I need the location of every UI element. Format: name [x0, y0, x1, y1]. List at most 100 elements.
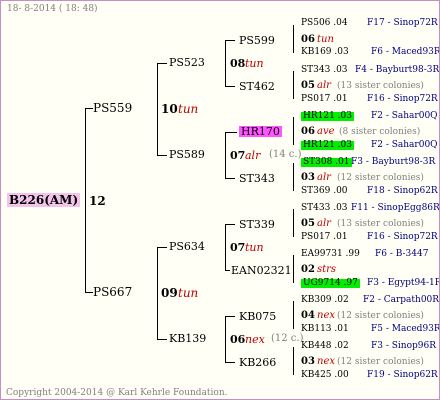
connector-line — [293, 255, 294, 283]
gen4-race: alr — [317, 80, 331, 91]
gen4-code[interactable]: KB448 .02 — [301, 342, 349, 351]
gen3-id[interactable]: ST462 — [239, 81, 275, 92]
gen4-race: alr — [317, 172, 331, 183]
connector-line — [225, 270, 230, 271]
connector-line — [157, 247, 158, 339]
connector-line — [225, 40, 226, 86]
gen3-id[interactable]: KB075 — [239, 311, 276, 322]
gen4-location: F4 - Bayburt98-3R — [355, 65, 440, 75]
gen4-race: strs — [317, 264, 337, 275]
gen2-year: 08 — [230, 57, 246, 70]
gen2-id[interactable]: PS634 — [169, 241, 205, 252]
connector-line — [157, 155, 167, 156]
gen2-year: 06 — [230, 333, 246, 346]
gen4-code[interactable]: PS506 .04 — [301, 19, 348, 28]
gen4-note: (13 sister colonies) — [337, 81, 424, 91]
gen4-code[interactable]: KB309 .02 — [301, 296, 349, 305]
gen3-id[interactable]: ST339 — [239, 219, 275, 230]
gen2-note: (12 c.) — [271, 333, 304, 344]
gen4-race: nex — [317, 310, 335, 321]
gen4-location: F2 - Sahar00Q — [371, 140, 438, 150]
gen4-code[interactable]: PS017 .01 — [301, 233, 348, 242]
gen4-race: alr — [317, 218, 331, 229]
gen4-code[interactable]: KB425 .00 — [301, 371, 349, 380]
gen2-race: tun — [245, 241, 264, 254]
gen2-id[interactable]: PS589 — [169, 149, 205, 160]
connector-line — [225, 132, 237, 133]
gen2-race: nex — [245, 333, 265, 346]
gen1-year: 10 — [161, 102, 178, 116]
gen4-code[interactable]: EA99731 .99 — [301, 250, 360, 259]
connector-line — [293, 71, 294, 99]
gen4-year: 03 — [301, 356, 315, 367]
gen4-code[interactable]: ST369 .00 — [301, 187, 348, 196]
gen4-location: F2 - Carpath00R — [363, 295, 440, 305]
gen4-code[interactable]: KB169 .03 — [301, 48, 349, 57]
gen4-location: F11 - SinopEgg86R — [351, 203, 440, 213]
gen4-location: F19 - Sinop62R — [367, 370, 438, 380]
gen2-id[interactable]: KB139 — [169, 333, 206, 344]
connector-line — [157, 339, 167, 340]
gen4-race: ave — [317, 126, 335, 137]
gen4-note: (12 sister colonies) — [337, 357, 424, 367]
gen4-location: F3 - Egypt94-1R — [367, 278, 440, 288]
connector-line — [157, 63, 167, 64]
root-year: 12 — [89, 194, 106, 208]
gen4-location: F3 - Sinop96R — [371, 341, 436, 351]
gen3-id[interactable]: HR170 — [239, 126, 282, 137]
gen4-year: 04 — [301, 310, 315, 321]
gen4-code[interactable]: ST433 .03 — [301, 204, 348, 213]
gen4-year: 06 — [301, 126, 315, 137]
connector-line — [225, 40, 235, 41]
gen4-location: F3 - Bayburt98-3R — [351, 157, 436, 167]
gen3-id[interactable]: EAN02321 — [231, 265, 292, 276]
gen4-note: (8 sister colonies) — [339, 127, 421, 137]
gen4-location: F5 - Maced93R — [371, 324, 440, 334]
gen4-location: F6 - B-3447 — [375, 249, 429, 259]
gen1-id[interactable]: PS559 — [93, 102, 132, 114]
connector-line — [225, 362, 235, 363]
gen4-code[interactable]: PS017 .01 — [301, 95, 348, 104]
gen4-note: (12 sister colonies) — [337, 311, 424, 321]
gen2-year: 07 — [230, 149, 246, 162]
connector-line — [293, 117, 294, 145]
gen4-race: nex — [317, 356, 335, 367]
gen4-code[interactable]: ST308 .01 — [301, 158, 352, 167]
gen4-location: F16 - Sinop72R — [367, 94, 438, 104]
gen4-year: 05 — [301, 80, 315, 91]
gen4-code[interactable]: HR121 .03 — [301, 112, 354, 121]
root-queen-id[interactable]: B226(AM) — [7, 193, 81, 207]
gen2-id[interactable]: PS523 — [169, 57, 205, 68]
gen4-location: F16 - Sinop72R — [367, 232, 438, 242]
gen1-race: tun — [178, 102, 199, 116]
gen3-id[interactable]: KB266 — [239, 357, 276, 368]
gen4-year: 03 — [301, 172, 315, 183]
gen4-year: 06 — [301, 34, 315, 45]
connector-line — [293, 301, 294, 329]
gen4-code[interactable]: KB113 .01 — [301, 325, 349, 334]
pedigree-page: 18- 8-2014 ( 18: 48) Copyright 2004-2014… — [0, 0, 440, 400]
gen4-code[interactable]: UG9714 .97 — [301, 279, 360, 288]
connector-line — [85, 108, 93, 109]
gen2-race: tun — [245, 57, 264, 70]
gen4-location: F17 - Sinop72R — [367, 18, 438, 28]
connector-line — [225, 132, 226, 178]
gen1-race: tun — [178, 286, 199, 300]
gen3-id[interactable]: ST343 — [239, 173, 275, 184]
gen4-note: (13 sister colonies) — [337, 219, 424, 229]
gen1-year: 09 — [161, 286, 178, 300]
gen2-year: 07 — [230, 241, 246, 254]
gen4-code[interactable]: HR121 .03 — [301, 141, 354, 150]
connector-line — [225, 224, 226, 270]
connector-line — [293, 209, 294, 237]
gen4-code[interactable]: ST343 .03 — [301, 66, 348, 75]
gen3-id[interactable]: PS599 — [239, 35, 275, 46]
gen1-id[interactable]: PS667 — [93, 286, 132, 298]
connector-line — [225, 86, 235, 87]
gen4-year: 02 — [301, 264, 315, 275]
gen4-race: tun — [317, 34, 334, 45]
connector-line — [225, 316, 226, 362]
gen4-location: F6 - Maced93R — [371, 47, 440, 57]
connector-line — [157, 247, 167, 248]
gen4-location: F2 - Sahar00Q — [371, 111, 438, 121]
